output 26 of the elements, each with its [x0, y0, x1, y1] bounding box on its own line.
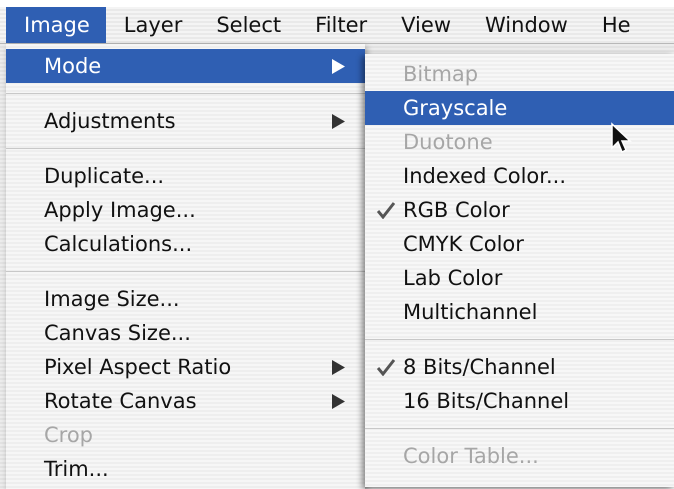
- menu-item[interactable]: Apply Image...: [6, 193, 365, 227]
- menu-item[interactable]: Trim...: [6, 452, 365, 486]
- menu-item[interactable]: 8 Bits/Channel: [365, 350, 674, 384]
- menu-item[interactable]: 16 Bits/Channel: [365, 384, 674, 418]
- menu-item[interactable]: Adjustments: [6, 104, 365, 138]
- menu-item[interactable]: Calculations...: [6, 227, 365, 261]
- menu-bar-item[interactable]: Filter: [297, 6, 384, 43]
- menu-item[interactable]: Multichannel: [365, 295, 674, 329]
- menu-item[interactable]: Pixel Aspect Ratio: [6, 350, 365, 384]
- menu-item[interactable]: Image Size...: [6, 282, 365, 316]
- menu-item[interactable]: Canvas Size...: [6, 316, 365, 350]
- menu-bar-item[interactable]: Window: [467, 6, 584, 43]
- menu-bar-item[interactable]: Layer: [106, 6, 198, 43]
- menu-bar-item[interactable]: View: [383, 6, 467, 43]
- menu-bar-item[interactable]: He: [584, 6, 647, 43]
- menu-item[interactable]: Indexed Color...: [365, 159, 674, 193]
- menu-item[interactable]: Lab Color: [365, 261, 674, 295]
- menu-bar-item[interactable]: Image: [6, 6, 106, 43]
- mouse-pointer-icon: [610, 122, 632, 154]
- menu-item[interactable]: Grayscale: [365, 91, 674, 125]
- menu-item[interactable]: Duplicate...: [6, 159, 365, 193]
- menu-bar-item[interactable]: Select: [198, 6, 298, 43]
- menu-item[interactable]: Mode: [6, 49, 365, 83]
- menu-item[interactable]: Rotate Canvas: [6, 384, 365, 418]
- menu-item[interactable]: RGB Color: [365, 193, 674, 227]
- menu-item[interactable]: CMYK Color: [365, 227, 674, 261]
